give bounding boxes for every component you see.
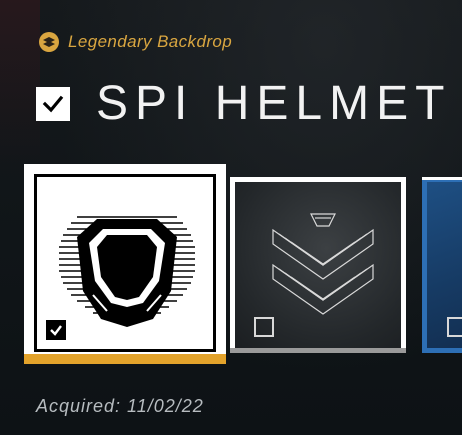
tile-preview — [235, 182, 401, 348]
rarity-row: Legendary Backdrop — [38, 31, 232, 53]
backdrop-tile-blue[interactable] — [422, 177, 462, 353]
legendary-rarity-icon — [39, 32, 59, 52]
helmet-emblem-icon — [59, 216, 195, 327]
tile-top-border — [422, 177, 462, 180]
item-name: SPI HELMET — [96, 77, 452, 130]
check-icon — [42, 95, 64, 113]
acquired-date: Acquired: 11/02/22 — [36, 396, 204, 416]
background-streak — [0, 0, 40, 170]
tile-checkbox[interactable] — [254, 317, 274, 337]
tile-rarity-bar — [230, 348, 406, 353]
legendary-rarity-bar — [24, 354, 226, 364]
tile-checkbox[interactable] — [447, 317, 462, 337]
check-icon — [50, 325, 62, 336]
emblem-tile-chevron[interactable] — [230, 177, 406, 353]
emblem-tile-selected[interactable] — [24, 164, 226, 364]
tile-preview — [427, 182, 462, 348]
tile-checkbox-checked[interactable] — [46, 320, 66, 340]
equipped-checkbox[interactable] — [36, 87, 70, 121]
rarity-label: Legendary Backdrop — [68, 32, 233, 51]
customization-panel: Legendary Backdrop SPI HELMET Acquired: … — [0, 0, 462, 435]
chevron-emblem-icon — [272, 213, 374, 315]
title-row: SPI HELMET — [36, 78, 451, 130]
